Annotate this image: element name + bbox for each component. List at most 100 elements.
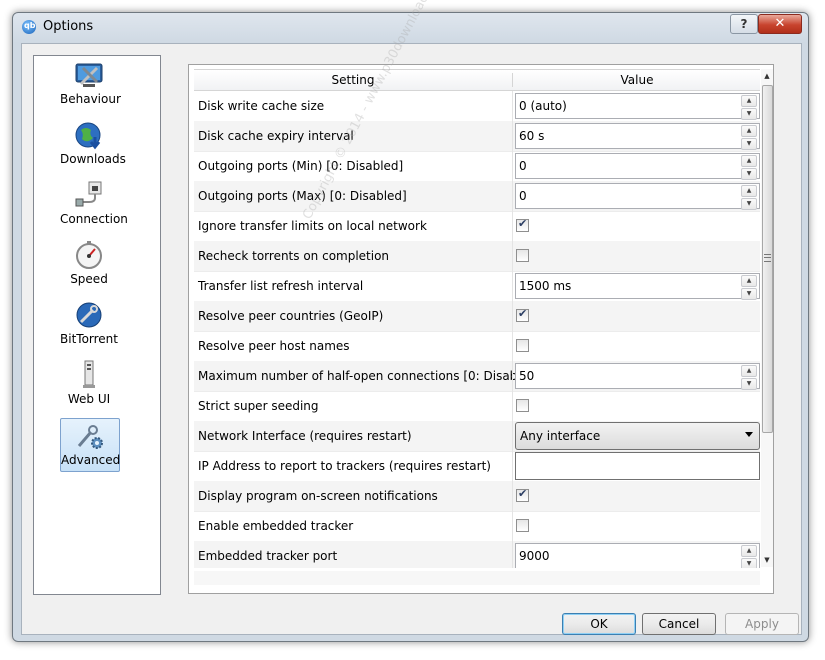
spinbox-value[interactable]: 60 s: [519, 129, 544, 143]
table-row: Embedded tracker port 9000 ▲ ▼: [194, 541, 760, 568]
recheck-torrents-checkbox[interactable]: [516, 249, 529, 262]
refresh-interval-spinbox[interactable]: 1500 ms ▲ ▼: [515, 273, 760, 300]
web-ui-icon: [83, 360, 95, 388]
scrollbar-thumb[interactable]: [762, 85, 773, 433]
setting-name: Disk cache expiry interval: [198, 129, 354, 143]
outgoing-ports-min-spinbox[interactable]: 0 ▲ ▼: [515, 153, 760, 180]
advanced-settings-panel: Setting Value Disk write cache size 0 (a…: [188, 64, 774, 594]
vertical-scrollbar[interactable]: ▲ ▼: [761, 69, 773, 567]
spinbox-value[interactable]: 1500 ms: [519, 279, 571, 293]
spin-down-icon[interactable]: ▼: [741, 378, 757, 390]
spin-down-icon[interactable]: ▼: [741, 168, 757, 180]
setting-value-cell: 50 ▲ ▼: [512, 361, 760, 391]
setting-name: Strict super seeding: [198, 399, 319, 413]
spin-down-icon[interactable]: ▼: [741, 558, 757, 568]
spinbox-value[interactable]: 50: [519, 369, 534, 383]
advanced-gears-icon: [77, 425, 103, 449]
resolve-hostnames-checkbox[interactable]: [516, 339, 529, 352]
setting-value-cell: [512, 511, 760, 541]
embedded-tracker-checkbox[interactable]: [516, 519, 529, 532]
network-interface-dropdown[interactable]: Any interface: [515, 422, 760, 450]
spin-up-icon[interactable]: ▲: [741, 545, 757, 557]
connection-icon: [75, 181, 102, 207]
setting-name: Enable embedded tracker: [198, 519, 354, 533]
table-row: Resolve peer countries (GeoIP): [194, 301, 760, 332]
setting-value-cell: [512, 211, 760, 241]
spinbox-value[interactable]: 0: [519, 189, 527, 203]
setting-value-cell: 1500 ms ▲ ▼: [512, 271, 760, 301]
ok-button[interactable]: OK: [562, 613, 636, 635]
sidebar-item-web-ui[interactable]: Web UI: [60, 358, 118, 410]
table-row: Outgoing ports (Min) [0: Disabled] 0 ▲ ▼: [194, 151, 760, 182]
settings-table: Setting Value Disk write cache size 0 (a…: [194, 69, 760, 568]
cancel-button[interactable]: Cancel: [642, 613, 716, 635]
sidebar-item-advanced[interactable]: Advanced: [60, 418, 120, 472]
spin-up-icon[interactable]: ▲: [741, 185, 757, 197]
setting-name: Network Interface (requires restart): [198, 429, 412, 443]
spinbox-value[interactable]: 0 (auto): [519, 99, 567, 113]
setting-value-cell: [512, 391, 760, 421]
spin-down-icon[interactable]: ▼: [741, 288, 757, 300]
table-row: IP Address to report to trackers (requir…: [194, 451, 760, 482]
setting-name: Ignore transfer limits on local network: [198, 219, 427, 233]
onscreen-notifications-checkbox[interactable]: [516, 487, 529, 502]
apply-button[interactable]: Apply: [725, 613, 799, 635]
setting-value-cell: [512, 331, 760, 361]
sidebar-item-downloads[interactable]: Downloads: [60, 118, 126, 170]
horizontal-scroll-area: [194, 571, 760, 585]
ignore-local-limits-checkbox[interactable]: [516, 217, 529, 232]
setting-value-cell: 0 ▲ ▼: [512, 151, 760, 181]
spin-down-icon[interactable]: ▼: [741, 198, 757, 210]
setting-name: Maximum number of half-open connections …: [198, 369, 541, 383]
disk-cache-expiry-spinbox[interactable]: 60 s ▲ ▼: [515, 123, 760, 150]
setting-name: Outgoing ports (Min) [0: Disabled]: [198, 159, 404, 173]
column-header-setting[interactable]: Setting: [194, 73, 513, 87]
table-row: Resolve peer host names: [194, 331, 760, 362]
scroll-up-icon[interactable]: ▲: [761, 69, 773, 83]
spin-up-icon[interactable]: ▲: [741, 275, 757, 287]
setting-value-cell: 0 ▲ ▼: [512, 181, 760, 211]
spin-up-icon[interactable]: ▲: [741, 155, 757, 167]
dropdown-selected-value[interactable]: Any interface: [520, 429, 600, 443]
dialog-body: Behaviour Downloads Connection Speed Bit…: [21, 43, 802, 635]
spin-down-icon[interactable]: ▼: [741, 108, 757, 120]
chevron-down-icon[interactable]: [745, 432, 753, 437]
disk-write-cache-spinbox[interactable]: 0 (auto) ▲ ▼: [515, 93, 760, 120]
table-header: Setting Value: [194, 70, 760, 91]
setting-name: Disk write cache size: [198, 99, 325, 113]
close-button[interactable]: ✕: [758, 14, 802, 34]
setting-value-cell: Any interface: [512, 421, 760, 451]
outgoing-ports-max-spinbox[interactable]: 0 ▲ ▼: [515, 183, 760, 210]
grip-icon: [764, 254, 771, 262]
table-row: Maximum number of half-open connections …: [194, 361, 760, 392]
sidebar-item-connection[interactable]: Connection: [60, 178, 128, 230]
setting-name: Embedded tracker port: [198, 549, 338, 563]
half-open-connections-spinbox[interactable]: 50 ▲ ▼: [515, 363, 760, 390]
scroll-down-icon[interactable]: ▼: [761, 553, 773, 567]
setting-name: Recheck torrents on completion: [198, 249, 390, 263]
resolve-countries-checkbox[interactable]: [516, 307, 529, 322]
title-bar[interactable]: qb Options ? ✕: [13, 13, 808, 41]
setting-value-cell: 60 s ▲ ▼: [512, 121, 760, 151]
spin-up-icon[interactable]: ▲: [741, 365, 757, 377]
column-header-value[interactable]: Value: [514, 73, 760, 87]
help-button[interactable]: ?: [730, 14, 758, 34]
spinbox-value[interactable]: 0: [519, 159, 527, 173]
qbittorrent-app-icon: qb: [22, 20, 36, 34]
spin-up-icon[interactable]: ▲: [741, 95, 757, 107]
sidebar-item-speed[interactable]: Speed: [60, 238, 118, 290]
spin-up-icon[interactable]: ▲: [741, 125, 757, 137]
setting-name: IP Address to report to trackers (requir…: [198, 459, 491, 473]
spin-down-icon[interactable]: ▼: [741, 138, 757, 150]
sidebar-item-bittorrent[interactable]: BitTorrent: [60, 298, 118, 350]
tracker-port-spinbox[interactable]: 9000 ▲ ▼: [515, 543, 760, 568]
setting-value-cell: [512, 451, 760, 481]
spinbox-value[interactable]: 9000: [519, 549, 550, 563]
sidebar-item-behaviour[interactable]: Behaviour: [60, 58, 121, 110]
setting-value-cell: 9000 ▲ ▼: [512, 541, 760, 568]
behaviour-icon: [75, 63, 103, 87]
strict-super-seeding-checkbox[interactable]: [516, 399, 529, 412]
sidebar-item-label: Advanced: [61, 453, 121, 467]
tracker-ip-address-input[interactable]: [515, 452, 760, 480]
window-title: Options: [43, 19, 94, 34]
